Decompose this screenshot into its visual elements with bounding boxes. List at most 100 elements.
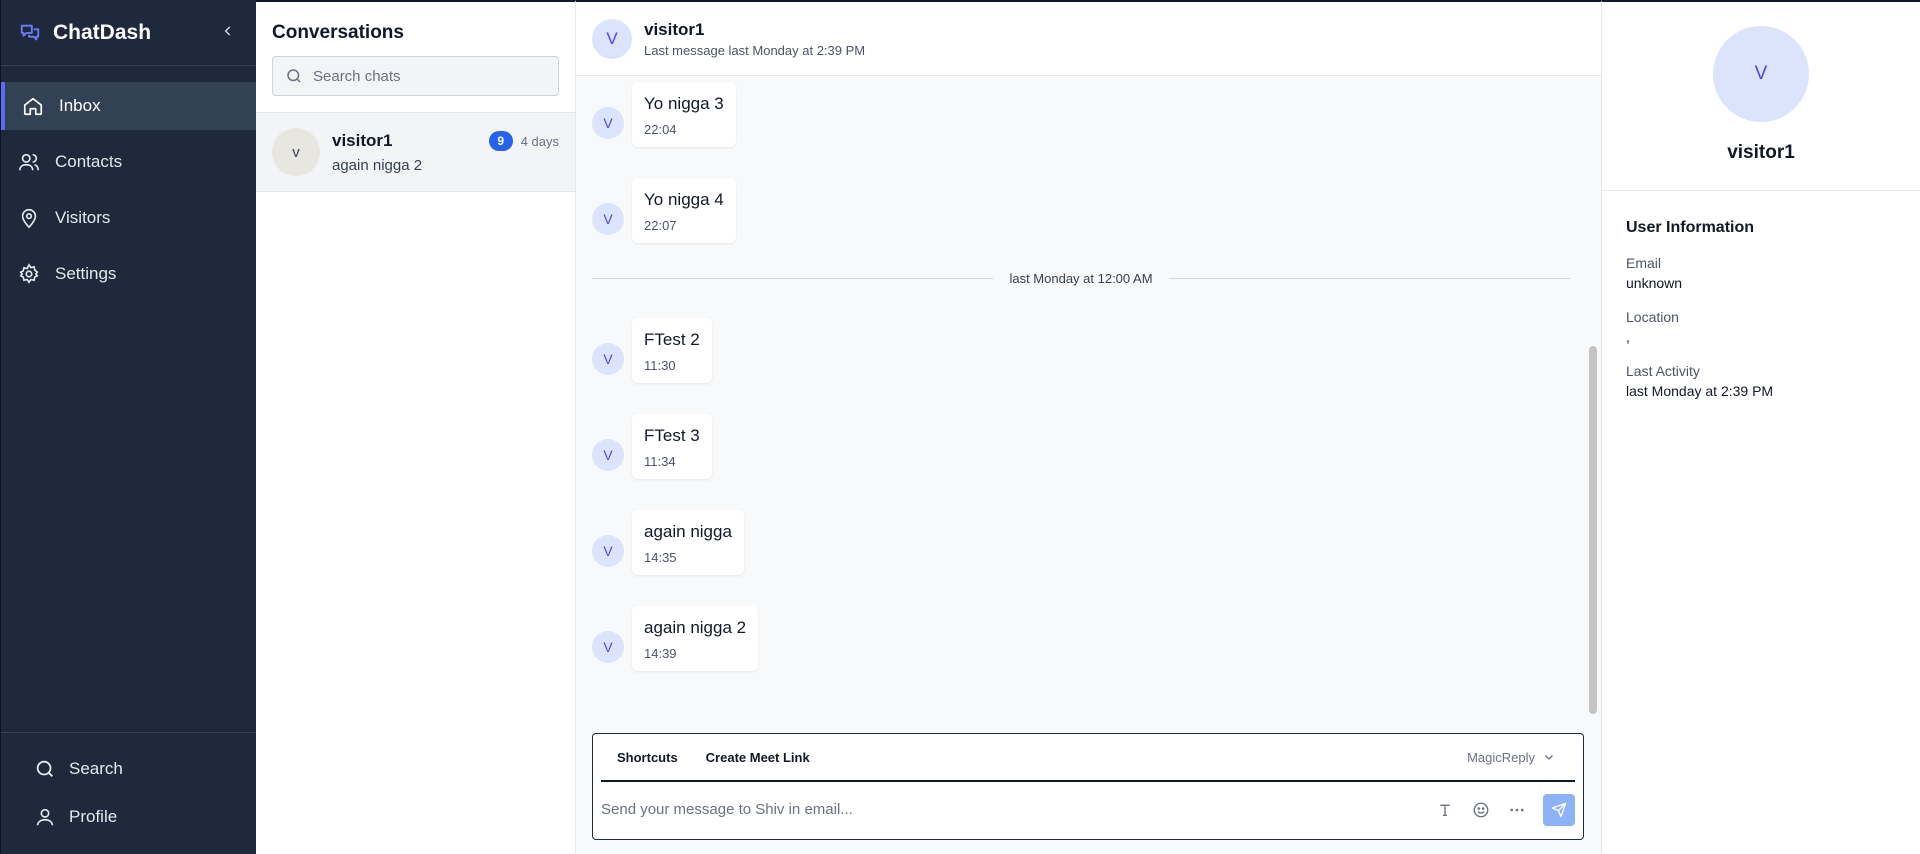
message-item: V Yo nigga 4 22:07: [592, 178, 736, 243]
emoji-icon[interactable]: [1471, 800, 1491, 820]
message-list[interactable]: V Yo nigga 3 22:04 V Yo nigga 4 22:07 la…: [576, 76, 1586, 726]
brand-header: ChatDash: [1, 0, 256, 66]
chat-last-message-status: Last message last Monday at 2:39 PM: [644, 42, 866, 58]
message-bubble: Yo nigga 3 22:04: [632, 82, 736, 147]
sidebar: ChatDash Inbox Contacts Visitors Setting…: [0, 0, 256, 854]
message-item: V FTest 2 11:30: [592, 318, 712, 383]
conversation-time: 4 days: [520, 133, 559, 149]
chat-contact-name: visitor1: [644, 19, 705, 39]
message-time: 14:35: [644, 550, 677, 565]
sidebar-item-settings[interactable]: Settings: [1, 250, 256, 298]
sidebar-bottom: Search Profile: [1, 732, 256, 854]
message-item: V Yo nigga 3 22:04: [592, 82, 736, 147]
composer-input-row: [593, 782, 1583, 837]
sidebar-nav: Inbox Contacts Visitors Settings: [1, 66, 256, 298]
magic-reply-dropdown[interactable]: MagicReply: [1467, 750, 1555, 765]
search-chats-box[interactable]: [272, 56, 559, 96]
message-item: V again nigga 14:35: [592, 510, 744, 575]
search-chats-input[interactable]: [313, 67, 558, 85]
user-profile-header: V visitor1: [1602, 2, 1920, 191]
search-icon: [33, 757, 57, 781]
map-pin-icon: [17, 206, 41, 230]
divider-line: [592, 277, 994, 279]
user-name: visitor1: [1727, 142, 1795, 163]
chevron-left-icon[interactable]: [218, 22, 238, 43]
conversation-name: visitor1: [332, 130, 393, 150]
message-bubble: FTest 3 11:34: [632, 414, 712, 479]
message-time: 22:04: [644, 122, 677, 137]
message-item: V FTest 3 11:34: [592, 414, 712, 479]
message-text: FTest 2: [644, 330, 700, 349]
message-text: Yo nigga 3: [644, 94, 724, 113]
message-time: 11:30: [644, 358, 676, 373]
location-field: Location ,: [1626, 309, 1896, 345]
conversation-meta: 9 4 days: [488, 131, 559, 151]
chat-header: V visitor1 Last message last Monday at 2…: [576, 2, 1601, 76]
app-name: ChatDash: [53, 20, 152, 44]
gear-icon: [17, 262, 41, 286]
home-icon: [21, 94, 45, 118]
conversation-item[interactable]: v visitor1 again nigga 2 9 4 days: [256, 112, 575, 192]
sidebar-item-contacts[interactable]: Contacts: [1, 138, 256, 186]
sidebar-item-label: Search: [69, 759, 123, 778]
conversations-title: Conversations: [272, 22, 404, 43]
sidebar-item-label: Visitors: [55, 208, 111, 227]
sidebar-item-profile[interactable]: Profile: [1, 793, 256, 841]
field-label: Location: [1626, 309, 1679, 325]
message-text: again nigga 2: [644, 618, 747, 637]
date-divider: last Monday at 12:00 AM: [592, 268, 1570, 288]
conversation-preview: again nigga 2: [332, 156, 423, 174]
chat-area: V visitor1 Last message last Monday at 2…: [576, 0, 1601, 854]
avatar: v: [272, 128, 320, 176]
message-bubble: again nigga 14:35: [632, 510, 744, 575]
conversation-main: visitor1 again nigga 2: [332, 131, 489, 174]
message-bubble: again nigga 2 14:39: [632, 606, 759, 671]
field-value: last Monday at 2:39 PM: [1626, 383, 1774, 399]
send-icon: [1551, 802, 1567, 817]
field-label: Email: [1626, 255, 1662, 271]
chat-header-text: visitor1 Last message last Monday at 2:3…: [644, 20, 865, 58]
shortcuts-button[interactable]: Shortcuts: [617, 750, 678, 765]
message-bubble: Yo nigga 4 22:07: [632, 178, 736, 243]
unread-badge: 9: [488, 131, 513, 151]
field-value: unknown: [1626, 275, 1683, 291]
sidebar-item-label: Settings: [55, 264, 117, 283]
avatar: V: [1713, 26, 1809, 122]
user-info-panel: V visitor1 User Information Email unknow…: [1601, 0, 1920, 854]
user-information-title: User Information: [1626, 219, 1755, 236]
avatar: V: [592, 439, 624, 471]
message-time: 11:34: [644, 454, 676, 469]
users-icon: [17, 150, 41, 174]
sidebar-item-search[interactable]: Search: [1, 745, 256, 793]
avatar: V: [592, 343, 624, 375]
message-composer: Shortcuts Create Meet Link MagicReply: [592, 733, 1584, 840]
send-button[interactable]: [1543, 793, 1575, 826]
avatar: V: [592, 107, 624, 139]
text-format-icon[interactable]: [1435, 800, 1455, 820]
last-activity-field: Last Activity last Monday at 2:39 PM: [1626, 363, 1896, 399]
avatar: V: [592, 535, 624, 567]
avatar: V: [592, 18, 632, 59]
composer-toolbar: Shortcuts Create Meet Link MagicReply: [601, 734, 1575, 782]
user-info-body: User Information Email unknown Location …: [1602, 191, 1920, 445]
message-input[interactable]: [601, 801, 1419, 818]
avatar: V: [592, 203, 624, 235]
message-time: 22:07: [644, 218, 677, 233]
field-label: Last Activity: [1626, 363, 1700, 379]
date-divider-label: last Monday at 12:00 AM: [1009, 270, 1153, 286]
message-item: V again nigga 2 14:39: [592, 606, 759, 671]
message-text: Yo nigga 4: [644, 190, 724, 209]
sidebar-item-inbox[interactable]: Inbox: [1, 82, 256, 130]
search-icon: [285, 67, 303, 85]
field-value: ,: [1626, 329, 1630, 345]
avatar: V: [592, 631, 624, 663]
more-options-icon[interactable]: [1507, 800, 1527, 820]
create-meet-link-button[interactable]: Create Meet Link: [706, 750, 810, 765]
email-field: Email unknown: [1626, 255, 1896, 291]
scrollbar-thumb[interactable]: [1589, 346, 1597, 714]
divider-line: [1168, 277, 1570, 279]
message-text: again nigga: [644, 522, 732, 541]
user-icon: [33, 805, 57, 829]
message-time: 14:39: [644, 646, 677, 661]
sidebar-item-visitors[interactable]: Visitors: [1, 194, 256, 242]
